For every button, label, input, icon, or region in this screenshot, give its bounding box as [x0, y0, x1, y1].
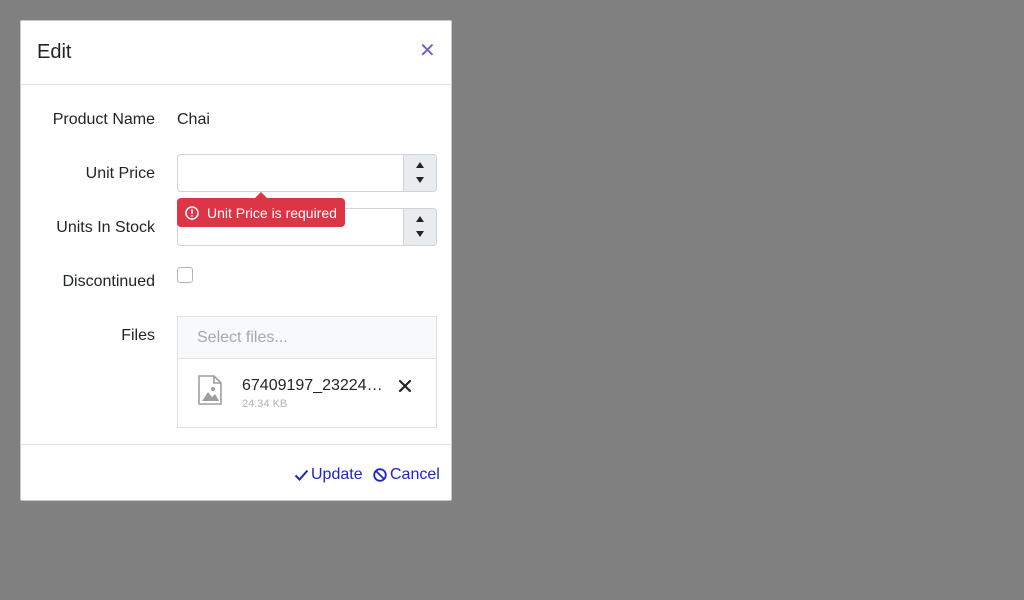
arrow-down-icon	[416, 177, 424, 183]
update-label: Update	[311, 466, 363, 483]
files-label: Files	[121, 327, 155, 344]
arrow-up-icon	[416, 162, 424, 168]
unit-price-spinner	[403, 155, 436, 191]
file-name: 67409197_232246…	[242, 377, 388, 394]
discontinued-label: Discontinued	[62, 273, 156, 290]
remove-file-icon[interactable]	[398, 379, 412, 393]
unit-price-input[interactable]	[178, 155, 404, 191]
arrow-up-icon	[416, 216, 424, 222]
file-size: 24.34 KB	[242, 398, 288, 410]
cancel-icon	[373, 468, 387, 482]
close-icon[interactable]: ✕	[419, 41, 436, 61]
unit-price-increase-button[interactable]	[404, 155, 436, 173]
unit-price-numeric	[177, 154, 437, 192]
units-in-stock-spinner	[403, 209, 436, 245]
file-upload: Select files... 67409197_232246… 24.34 K…	[177, 316, 437, 428]
arrow-down-icon	[416, 231, 424, 237]
dialog-footer: Update Cancel	[21, 444, 451, 501]
unit-price-label: Unit Price	[85, 165, 155, 182]
image-file-icon	[198, 375, 222, 405]
product-name-label: Product Name	[52, 111, 155, 128]
validation-message: Unit Price is required	[207, 204, 337, 221]
dialog-header: Edit ✕	[21, 21, 451, 85]
product-name-value: Chai	[177, 111, 210, 128]
edit-dialog: Edit ✕ Product Name Chai Unit Price Unit…	[20, 20, 452, 501]
update-button[interactable]: Update	[294, 466, 363, 484]
select-files-label: Select files...	[197, 329, 288, 346]
unit-price-decrease-button[interactable]	[404, 173, 436, 191]
unit-price-validation-tooltip: Unit Price is required	[177, 192, 345, 227]
units-in-stock-decrease-button[interactable]	[404, 227, 436, 245]
error-icon	[185, 205, 199, 220]
units-in-stock-increase-button[interactable]	[404, 209, 436, 227]
cancel-button[interactable]: Cancel	[373, 466, 440, 484]
units-in-stock-label: Units In Stock	[56, 219, 155, 236]
cancel-label: Cancel	[390, 466, 440, 483]
discontinued-checkbox[interactable]	[177, 267, 193, 283]
check-icon	[294, 469, 309, 481]
select-files-button[interactable]: Select files...	[178, 317, 436, 359]
dialog-title: Edit	[37, 41, 72, 63]
